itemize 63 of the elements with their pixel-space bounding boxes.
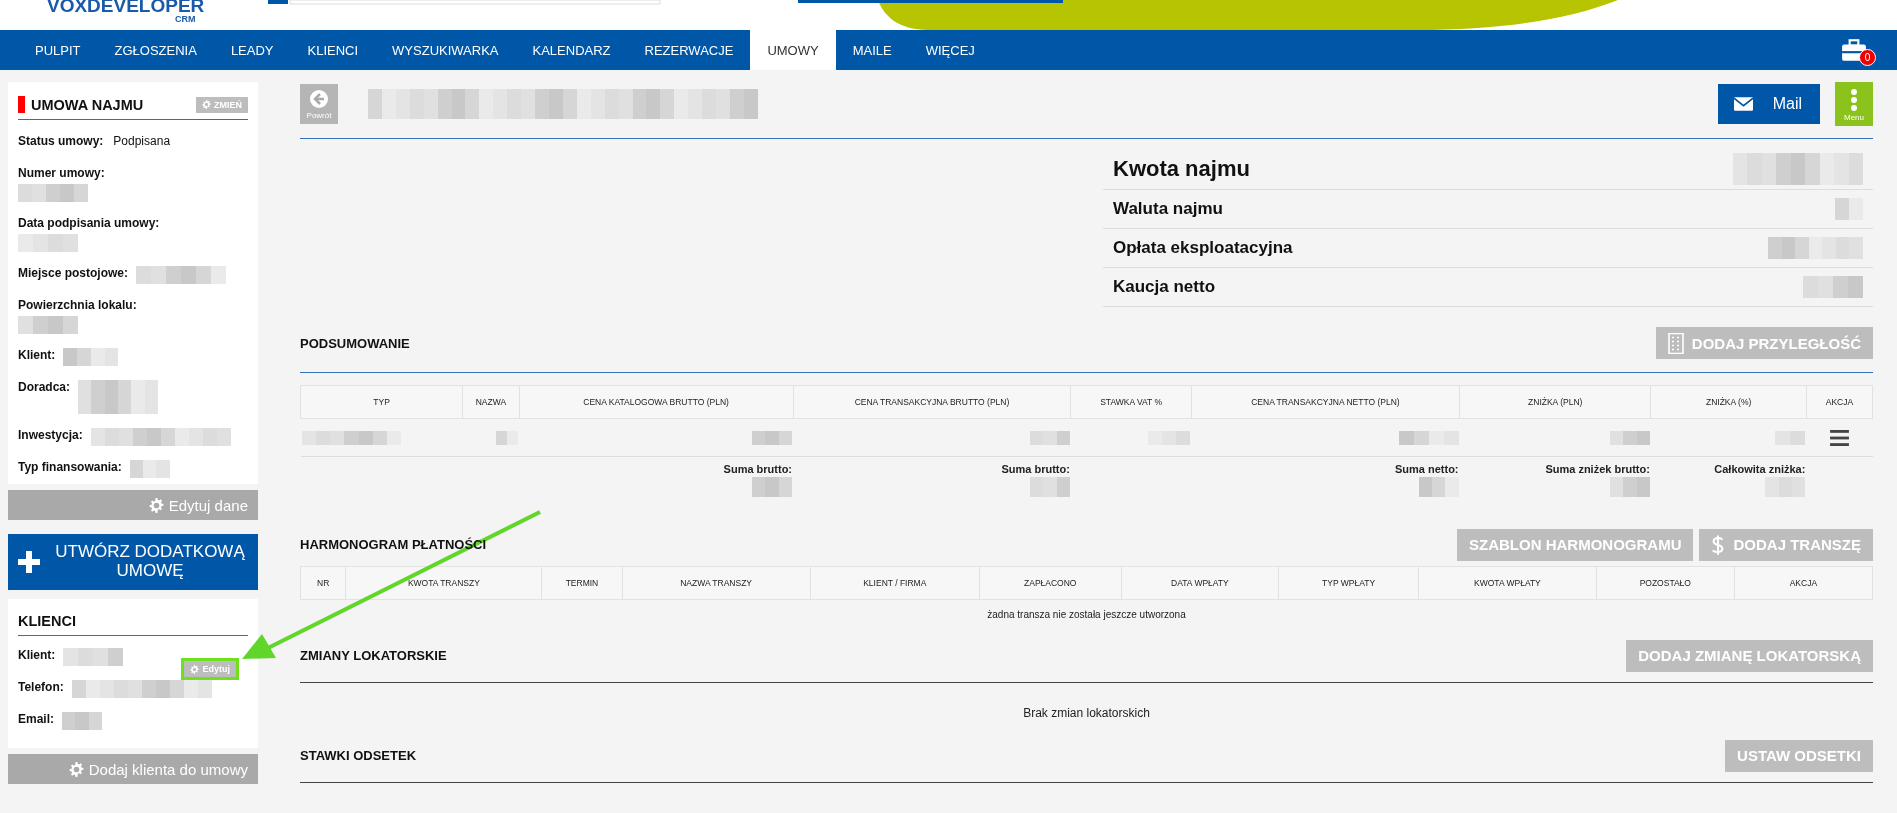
empty-message: żadna transza nie została jeszcze utworzona <box>986 608 1187 620</box>
amount-label: Kwota najmu <box>1113 155 1250 182</box>
column-header: KWOTA TRANSZY <box>407 577 480 588</box>
column-header: ZNIŻKA (%) <box>1705 397 1752 407</box>
section-title: STAWKI ODSETEK <box>300 748 417 763</box>
nav-tab[interactable]: WYSZUKIWARKA <box>375 30 516 70</box>
panel-title: KLIENCI <box>18 613 77 629</box>
total-label: Suma brutto: <box>1000 463 1070 475</box>
nav-tab[interactable]: PULPIT <box>18 30 98 70</box>
total-label: Suma zniżek brutto: <box>1544 463 1650 475</box>
field-label: Klient: <box>18 648 56 662</box>
field-label: Inwestycja: <box>18 428 83 442</box>
empty-message: Brak zmian lokatorskich <box>1022 705 1151 720</box>
column-header: TYP WPŁATY <box>1322 577 1376 588</box>
field-value: Podpisana <box>113 134 171 148</box>
column-header: ZAPŁACONO <box>1024 577 1077 588</box>
total-label: Suma netto: <box>1393 463 1459 475</box>
field-label: Miejsce postojowe: <box>18 266 129 280</box>
nav-tab[interactable]: REZERWACJE <box>627 30 751 70</box>
column-header: NAZWA <box>475 397 507 407</box>
field-label: Typ finansowania: <box>18 460 122 474</box>
field-label: Doradca: <box>18 380 70 394</box>
column-header: POZOSTAŁO <box>1639 577 1691 588</box>
nav-tab[interactable]: WIĘCEJ <box>908 30 992 70</box>
notification-badge: 0 <box>1859 49 1876 66</box>
column-header: ZNIŻKA (PLN) <box>1528 397 1583 407</box>
mail-button[interactable]: Mail <box>1717 84 1820 124</box>
column-header: CENA KATALOGOWA BRUTTO (PLN) <box>583 397 729 407</box>
field-label: Telefon: <box>18 680 64 694</box>
column-header: STAWKA VAT % <box>1100 397 1163 407</box>
amount-label: Kaucja netto <box>1113 277 1216 297</box>
column-header: KLIENT / FIRMA <box>863 577 927 588</box>
field-label: Numer umowy: <box>18 166 106 180</box>
nav-tab[interactable]: KALENDARZ <box>515 30 628 70</box>
column-header: NR <box>317 577 330 588</box>
panel-title: UMOWA NAJMU <box>31 96 145 113</box>
amount-label: Waluta najmu <box>1113 199 1223 219</box>
field-label: Powierzchnia lokalu: <box>18 298 138 312</box>
column-header: AKCJA <box>1789 577 1818 588</box>
nav-tab[interactable]: LEADY <box>213 30 291 70</box>
create-contract-button[interactable]: UTWÓRZ DODATKOWĄ UMOWĘ <box>8 534 258 590</box>
section-title: ZMIANY LOKATORSKIE <box>300 648 447 663</box>
total-label: Suma brutto: <box>722 463 793 475</box>
total-label: Całkowita zniżka: <box>1713 463 1806 475</box>
column-header: TERMIN <box>565 577 599 588</box>
nav-tab[interactable]: ZGŁOSZENIA <box>97 30 214 70</box>
field-label: Data podpisania umowy: <box>18 216 161 230</box>
nav-tab[interactable]: MAILE <box>835 30 909 70</box>
column-header: KWOTA WPŁATY <box>1474 577 1541 588</box>
column-header: TYP <box>373 397 390 407</box>
column-header: CENA TRANSAKCYJNA BRUTTO (PLN) <box>854 397 1010 407</box>
section-title: PODSUMOWANIE <box>300 335 410 351</box>
column-header: AKCJA <box>1825 397 1854 407</box>
column-header: CENA TRANSAKCYJNA NETTO (PLN) <box>1251 397 1400 407</box>
field-label: Email: <box>18 712 54 726</box>
field-label: Klient: <box>18 348 56 362</box>
column-header: NAZWA TRANSZY <box>680 577 753 588</box>
column-header: DATA WPŁATY <box>1171 577 1229 588</box>
nav-tab[interactable]: UMOWY <box>750 30 836 70</box>
field-label: Status umowy: <box>18 134 104 148</box>
logo-subtitle: CRM <box>175 15 197 24</box>
nav-tab[interactable]: KLIENCI <box>290 30 376 70</box>
amount-label: Opłata eksploatacyjna <box>1113 238 1293 258</box>
